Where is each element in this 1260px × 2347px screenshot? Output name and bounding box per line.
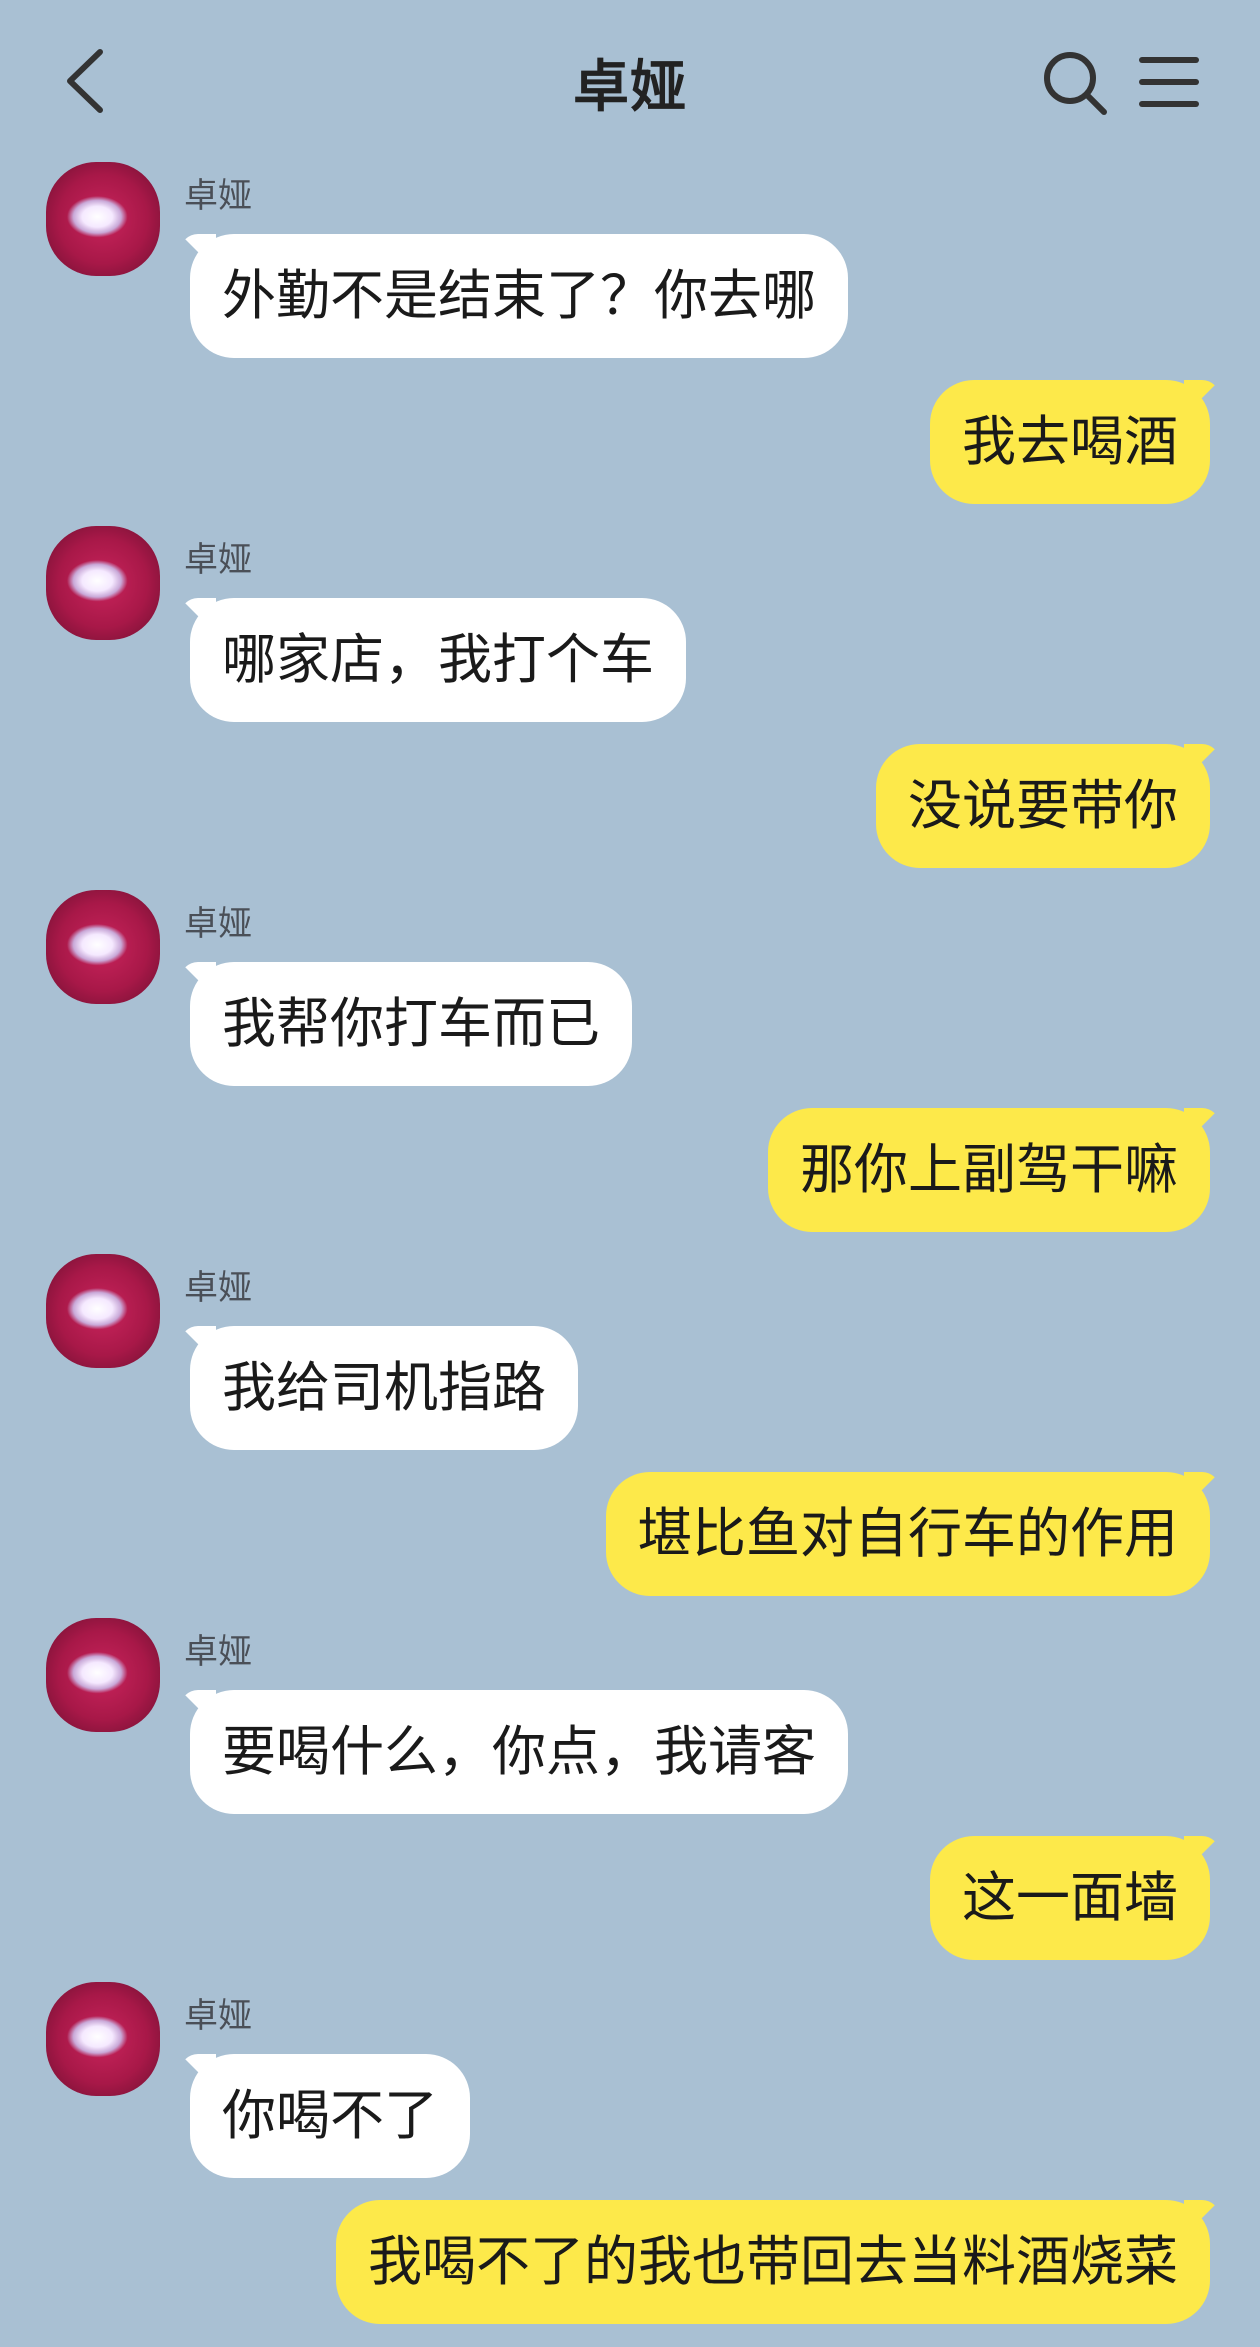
contact-avatar[interactable]	[46, 1982, 160, 2096]
incoming-message-bubble[interactable]: 我帮你打车而已	[190, 962, 632, 1086]
incoming-message-bubble[interactable]: 外勤不是结束了？你去哪	[190, 234, 848, 358]
incoming-message-bubble[interactable]: 要喝什么，你点，我请客	[190, 1690, 848, 1814]
contact-avatar[interactable]	[46, 1618, 160, 1732]
incoming-message-bubble[interactable]: 哪家店，我打个车	[190, 598, 686, 722]
outgoing-message-bubble[interactable]: 我喝不了的我也带回去当料酒烧菜	[336, 2200, 1210, 2324]
sender-name: 卓娅	[184, 1632, 252, 1672]
sender-name: 卓娅	[184, 904, 252, 944]
contact-avatar[interactable]	[46, 890, 160, 1004]
sender-name: 卓娅	[184, 1268, 252, 1308]
contact-avatar[interactable]	[46, 162, 160, 276]
message-list[interactable]: 卓娅 外勤不是结束了？你去哪 我去喝酒 卓娅 哪家店，我打个车 没说要带你 卓娅…	[0, 0, 1260, 2347]
contact-avatar[interactable]	[46, 1254, 160, 1368]
outgoing-message-bubble[interactable]: 没说要带你	[876, 744, 1210, 868]
sender-name: 卓娅	[184, 1996, 252, 2036]
outgoing-message-bubble[interactable]: 堪比鱼对自行车的作用	[606, 1472, 1210, 1596]
outgoing-message-bubble[interactable]: 那你上副驾干嘛	[768, 1108, 1210, 1232]
incoming-message-bubble[interactable]: 你喝不了	[190, 2054, 470, 2178]
incoming-message-bubble[interactable]: 我给司机指路	[190, 1326, 578, 1450]
sender-name: 卓娅	[184, 176, 252, 216]
contact-avatar[interactable]	[46, 526, 160, 640]
sender-name: 卓娅	[184, 540, 252, 580]
outgoing-message-bubble[interactable]: 我去喝酒	[930, 380, 1210, 504]
outgoing-message-bubble[interactable]: 这一面墙	[930, 1836, 1210, 1960]
